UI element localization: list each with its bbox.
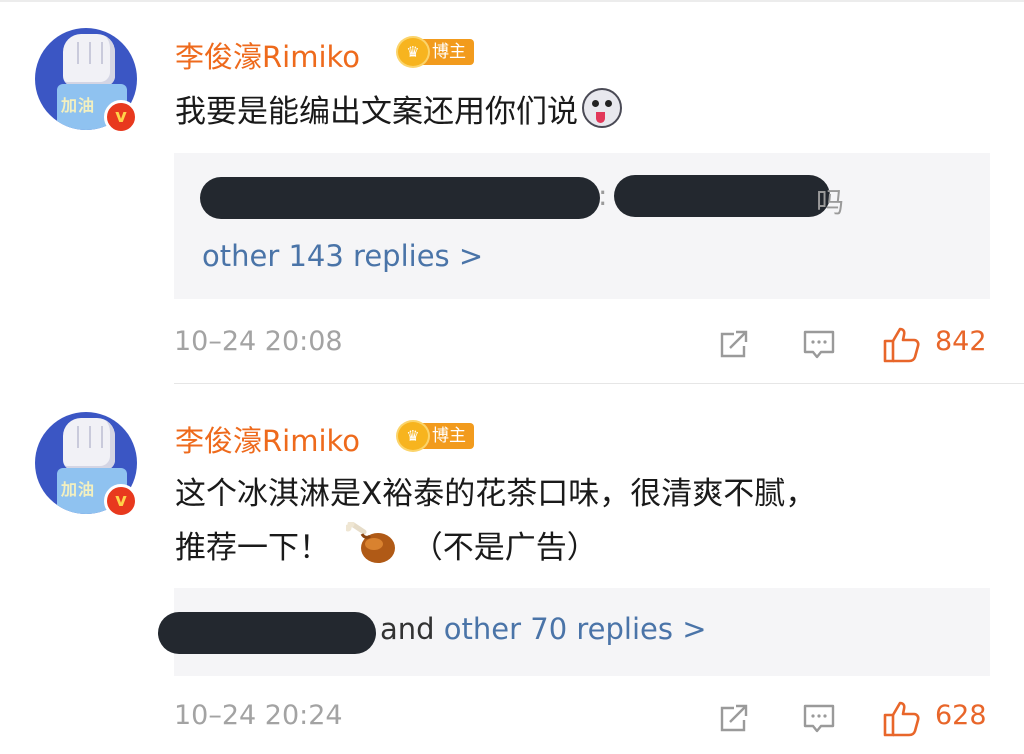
blogger-badge: ♛ 博主 [398,420,474,452]
fist-graphic [63,418,115,470]
crown-icon: ♛ [398,422,428,450]
share-icon[interactable] [716,326,752,362]
comment-text-line1: 这个冰淇淋是X裕泰的花茶口味，很清爽不腻， [175,476,817,512]
husky-face-emoji [582,88,622,128]
timestamp: 10–24 20:24 [174,700,343,731]
reply-preview[interactable]: : 吗 other 143 replies > [174,153,990,299]
reply-and-text: and [380,612,435,646]
redacted-reply-user [200,177,600,219]
like-count: 842 [935,326,987,357]
redacted-reply-user [158,612,376,654]
blogger-label: 博主 [422,39,474,65]
more-replies-text: other 70 replies > [443,612,707,646]
reply-separator: : [598,179,608,212]
username[interactable]: 李俊濠Rimiko [175,418,360,460]
verified-badge: v [104,484,138,518]
comment-text-part: （不是广告） [411,530,598,566]
fist-graphic [63,34,115,86]
comment-divider [174,383,1024,384]
avatar-text: 加油 [61,96,96,115]
redacted-reply-text [614,175,830,217]
avatar-text: 加油 [61,480,96,499]
comment-text-line2: 推荐一下！ （不是广告） [175,522,598,574]
reply-tail-text: 吗 [816,186,845,219]
comment-text: 我要是能编出文案还用你们说 [175,86,622,138]
username[interactable]: 李俊濠Rimiko [175,34,360,76]
timestamp: 10–24 20:08 [174,326,343,357]
blogger-label: 博主 [422,423,474,449]
blogger-badge: ♛ 博主 [398,36,474,68]
like-count: 628 [935,700,987,731]
share-icon[interactable] [716,700,752,736]
like-icon[interactable] [882,324,922,364]
top-divider [0,0,1024,2]
comment-text-content: 我要是能编出文案还用你们说 [175,94,578,130]
reply-preview[interactable]: and other 70 replies > [158,588,990,676]
comment-text-part: 推荐一下！ [175,530,330,566]
verified-badge: v [104,100,138,134]
drumstick-emoji [345,522,395,563]
comment-icon[interactable] [801,326,837,362]
like-icon[interactable] [882,698,922,738]
comment-icon[interactable] [801,700,837,736]
crown-icon: ♛ [398,38,428,66]
more-replies-link[interactable]: and other 70 replies > [380,612,707,646]
more-replies-link[interactable]: other 143 replies > [202,239,483,273]
